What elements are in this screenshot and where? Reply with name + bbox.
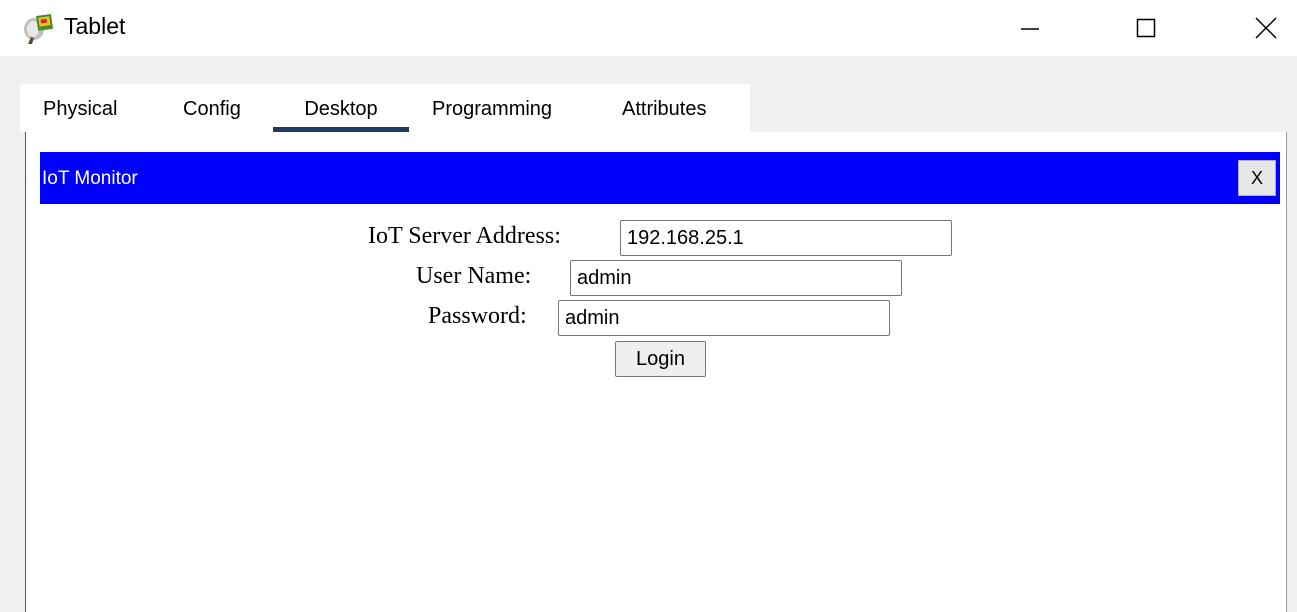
tab-physical[interactable]: Physical bbox=[43, 84, 117, 132]
username-label: User Name: bbox=[416, 263, 532, 289]
server-address-label: IoT Server Address: bbox=[368, 223, 561, 249]
username-row: User Name: bbox=[26, 260, 1286, 296]
close-button[interactable] bbox=[1236, 0, 1296, 56]
desktop-panel: IoT Monitor X IoT Server Address: User N… bbox=[25, 132, 1287, 612]
tab-attributes[interactable]: Attributes bbox=[622, 84, 706, 132]
tablet-app-icon bbox=[24, 13, 54, 44]
maximize-icon bbox=[1136, 18, 1156, 38]
app-close-button[interactable]: X bbox=[1238, 160, 1276, 196]
password-label: Password: bbox=[428, 303, 527, 329]
minimize-button[interactable] bbox=[1000, 0, 1060, 56]
tab-desktop[interactable]: Desktop bbox=[273, 84, 409, 132]
tab-bar: Physical Config Desktop Programming Attr… bbox=[20, 84, 750, 132]
window-title: Tablet bbox=[64, 13, 126, 39]
server-address-input[interactable] bbox=[620, 220, 952, 256]
tab-programming[interactable]: Programming bbox=[432, 84, 552, 132]
tab-config[interactable]: Config bbox=[183, 84, 241, 132]
title-bar: Tablet bbox=[0, 0, 1297, 56]
username-input[interactable] bbox=[570, 260, 902, 296]
password-input[interactable] bbox=[558, 300, 890, 336]
password-row: Password: bbox=[26, 300, 1286, 336]
maximize-button[interactable] bbox=[1116, 0, 1176, 56]
minimize-icon bbox=[1021, 28, 1039, 30]
app-header: IoT Monitor X bbox=[40, 152, 1280, 204]
login-button[interactable]: Login bbox=[615, 341, 706, 377]
server-address-row: IoT Server Address: bbox=[26, 220, 1286, 256]
app-title: IoT Monitor bbox=[42, 168, 138, 189]
close-icon bbox=[1255, 17, 1277, 39]
